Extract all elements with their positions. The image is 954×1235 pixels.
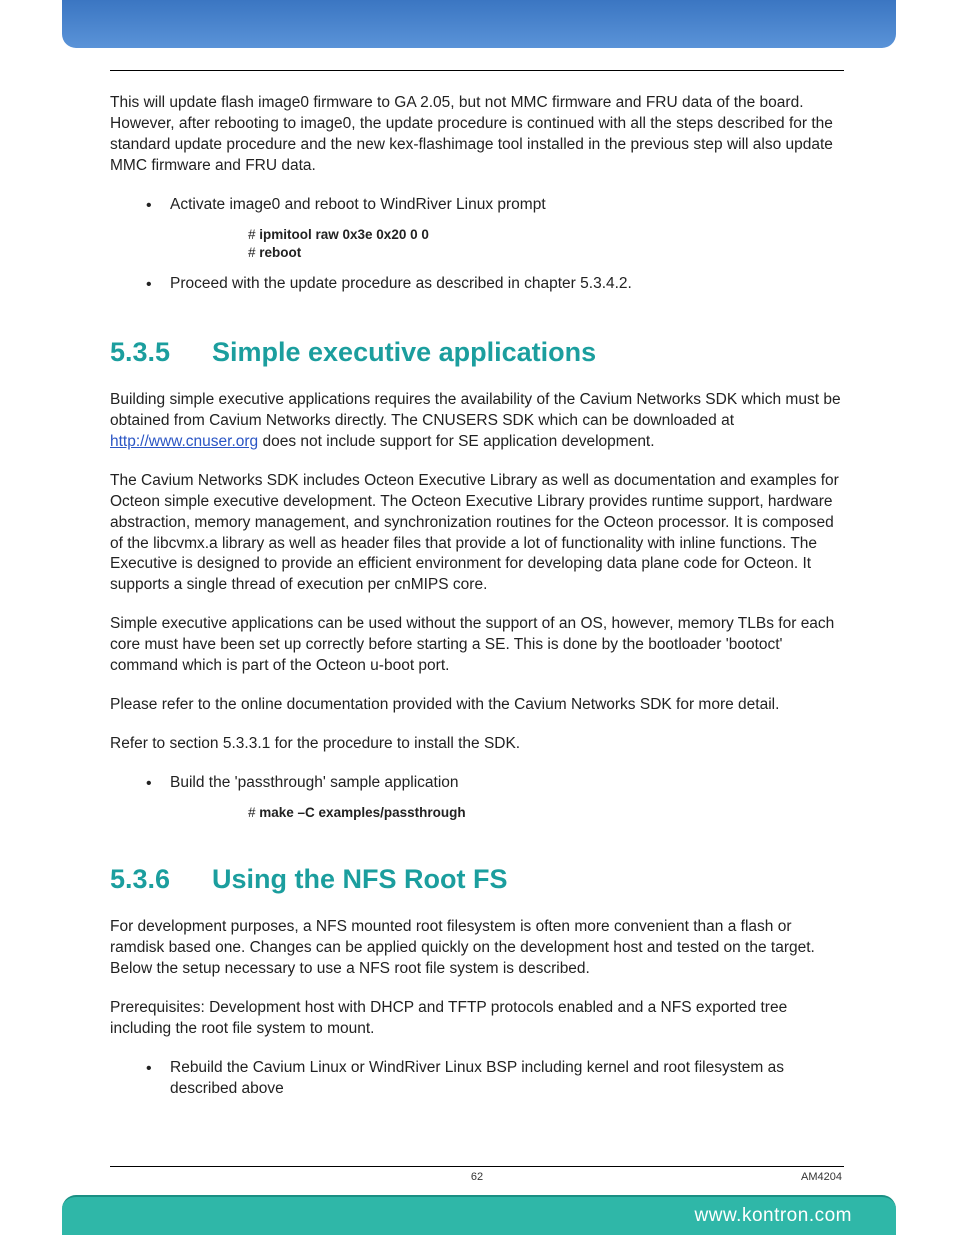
code-block: ipmitool raw 0x3e 0x20 0 0 reboot (248, 226, 844, 262)
page-content: This will update flash image0 firmware t… (110, 70, 844, 1117)
footer-row: 62 AM4204 (110, 1167, 844, 1183)
top-rule (110, 70, 844, 71)
section-title: Simple executive applications (212, 337, 596, 367)
paragraph: The Cavium Networks SDK includes Octeon … (110, 471, 844, 597)
list-item: Build the 'passthrough' sample applicati… (110, 773, 844, 822)
section-title: Using the NFS Root FS (212, 864, 507, 894)
paragraph: Simple executive applications can be use… (110, 614, 844, 677)
bullet-text: Activate image0 and reboot to WindRiver … (170, 196, 546, 213)
section-number: 5.3.5 (110, 337, 212, 368)
cnuser-link[interactable]: http://www.cnuser.org (110, 433, 258, 450)
list-item: Proceed with the update procedure as des… (110, 274, 844, 295)
footer-url: www.kontron.com (695, 1205, 852, 1227)
section-number: 5.3.6 (110, 864, 212, 895)
section-heading-536: 5.3.6Using the NFS Root FS (110, 864, 844, 895)
page-footer: 62 AM4204 (110, 1148, 844, 1183)
header-band (62, 0, 896, 48)
bullet-list-a: Activate image0 and reboot to WindRiver … (110, 195, 844, 295)
paragraph: Refer to section 5.3.3.1 for the procedu… (110, 734, 844, 755)
page-number: 62 (471, 1171, 483, 1183)
paragraph: For development purposes, a NFS mounted … (110, 917, 844, 980)
code-line: reboot (248, 244, 844, 262)
list-item: Activate image0 and reboot to WindRiver … (110, 195, 844, 262)
section-heading-535: 5.3.5Simple executive applications (110, 337, 844, 368)
list-item: Rebuild the Cavium Linux or WindRiver Li… (110, 1058, 844, 1100)
doc-id: AM4204 (801, 1171, 842, 1183)
bullet-text: Build the 'passthrough' sample applicati… (170, 774, 459, 791)
code-block: make –C examples/passthrough (248, 804, 844, 822)
code-line: make –C examples/passthrough (248, 804, 844, 822)
text-run: Building simple executive applications r… (110, 391, 841, 429)
paragraph: Prerequisites: Development host with DHC… (110, 998, 844, 1040)
text-run: does not include support for SE applicat… (258, 433, 654, 450)
footer-band: www.kontron.com (62, 1195, 896, 1235)
paragraph: Building simple executive applications r… (110, 390, 844, 453)
paragraph: Please refer to the online documentation… (110, 695, 844, 716)
bullet-list-535: Build the 'passthrough' sample applicati… (110, 773, 844, 822)
bullet-list-536: Rebuild the Cavium Linux or WindRiver Li… (110, 1058, 844, 1100)
code-line: ipmitool raw 0x3e 0x20 0 0 (248, 226, 844, 244)
intro-paragraph: This will update flash image0 firmware t… (110, 93, 844, 177)
